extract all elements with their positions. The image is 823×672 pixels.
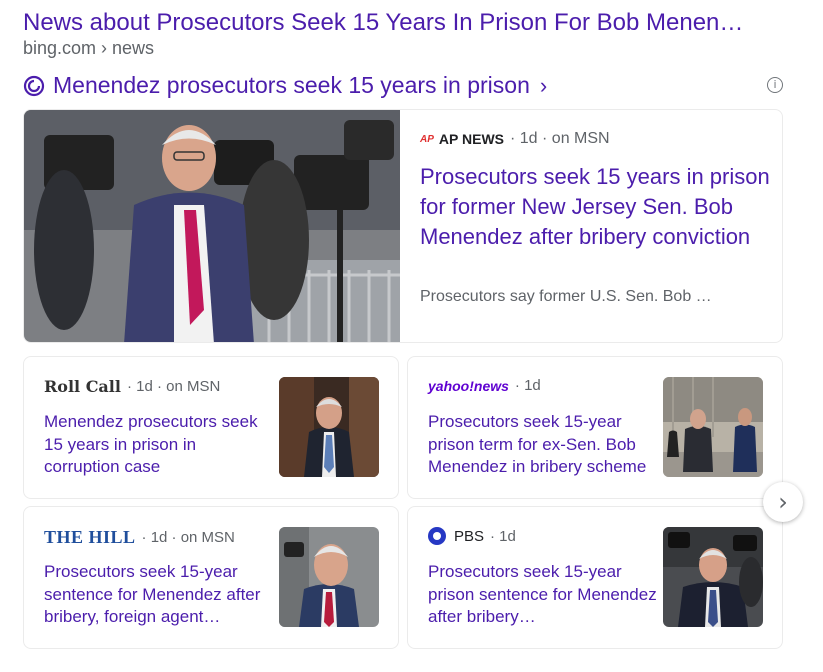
hero-news-image[interactable] xyxy=(24,110,400,342)
card-headline[interactable]: Prosecutors seek 15-year prison term for… xyxy=(428,411,660,479)
card-meta: · 1d xyxy=(490,527,516,545)
ap-news-logo: AP AP NEWS xyxy=(420,131,504,147)
news-card-rollcall[interactable]: Roll Call · 1d · on MSN Menendez prosecu… xyxy=(23,356,399,499)
card-thumbnail[interactable] xyxy=(279,527,379,627)
hero-news-card[interactable]: AP AP NEWS · 1d · on MSN Prosecutors see… xyxy=(23,109,783,343)
pbs-publisher-name: PBS xyxy=(454,527,485,545)
news-card-thehill[interactable]: THE HILL · 1d · on MSN Prosecutors seek … xyxy=(23,506,399,649)
yahoo-news-logo: yahoo!news xyxy=(428,377,509,394)
hero-headline[interactable]: Prosecutors seek 15 years in prison for … xyxy=(420,162,772,252)
source-breadcrumb: bing.com › news xyxy=(23,38,155,58)
pbs-head-icon xyxy=(428,527,446,545)
topic-label: Menendez prosecutors seek 15 years in pr… xyxy=(53,72,530,98)
ap-badge: AP xyxy=(420,133,434,145)
hero-meta-text: · 1d · on MSN xyxy=(510,130,610,147)
news-card-yahoo[interactable]: yahoo!news · 1d Prosecutors seek 15-year… xyxy=(407,356,783,499)
card-meta: · 1d · on MSN xyxy=(126,378,221,395)
topic-link[interactable]: Menendez prosecutors seek 15 years in pr… xyxy=(23,72,547,99)
card-meta: · 1d xyxy=(514,377,541,394)
card-headline[interactable]: Prosecutors seek 15-year prison sentence… xyxy=(428,561,660,629)
news-card-pbs[interactable]: PBS · 1d Prosecutors seek 15-year prison… xyxy=(407,506,783,649)
card-thumbnail[interactable] xyxy=(663,377,763,477)
info-icon[interactable]: i xyxy=(767,77,783,93)
card-headline[interactable]: Menendez prosecutors seek 15 years in pr… xyxy=(44,411,276,479)
chevron-right-icon: › xyxy=(539,72,548,98)
carousel-next-button[interactable]: › xyxy=(763,482,803,522)
ap-publisher-name: AP NEWS xyxy=(438,131,504,147)
results-heading[interactable]: News about Prosecutors Seek 15 Years In … xyxy=(23,8,803,38)
thehill-logo: THE HILL xyxy=(44,527,136,547)
hero-snippet: Prosecutors say former U.S. Sen. Bob … xyxy=(420,288,712,305)
card-meta: · 1d · on MSN xyxy=(141,529,235,546)
topic-spiral-icon xyxy=(23,75,45,96)
card-thumbnail[interactable] xyxy=(279,377,379,477)
pbs-logo: PBS xyxy=(428,527,484,545)
card-headline[interactable]: Prosecutors seek 15-year sentence for Me… xyxy=(44,561,276,629)
rollcall-logo: Roll Call xyxy=(44,377,121,396)
card-thumbnail[interactable] xyxy=(663,527,763,627)
